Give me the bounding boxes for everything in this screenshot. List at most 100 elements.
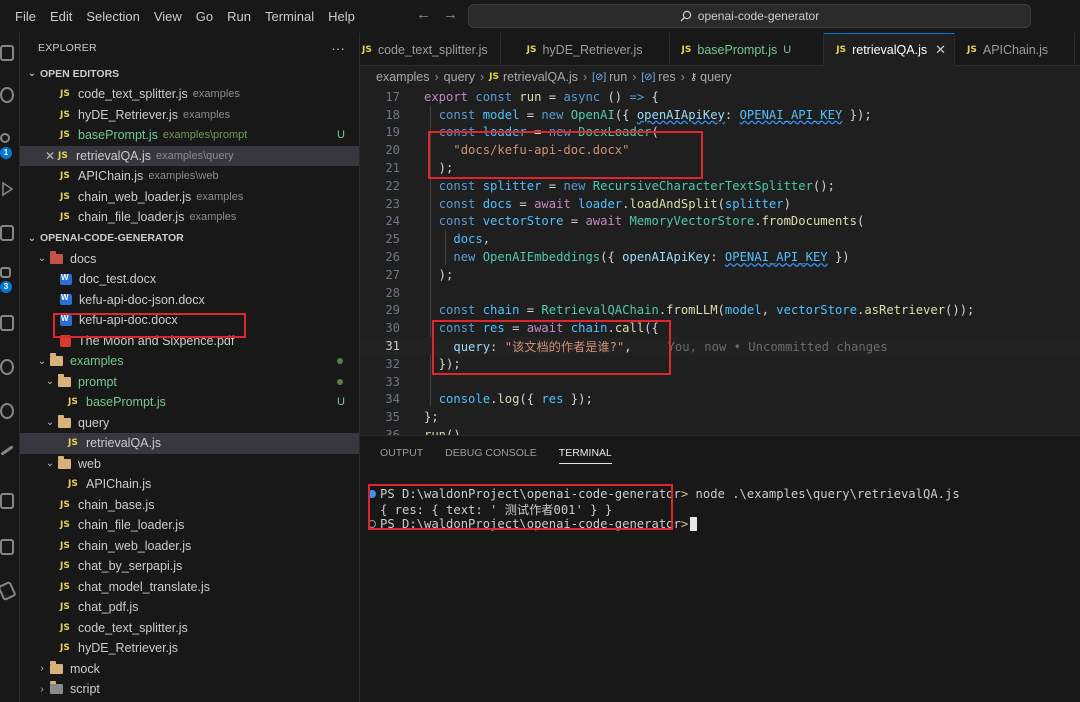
copilot-icon[interactable] [0, 403, 14, 419]
explorer-files-icon[interactable] [0, 45, 14, 61]
js-file-icon: JS [60, 561, 70, 572]
tree-file[interactable]: JS code_text_splitter.js [20, 618, 359, 639]
tab-debug-console[interactable]: DEBUG CONSOLE [445, 447, 537, 459]
notebook-icon[interactable] [0, 539, 14, 555]
extensions-icon[interactable] [0, 267, 11, 278]
chevron-right-icon: › [583, 70, 588, 84]
line-number: 24 [385, 214, 400, 229]
open-editor-item[interactable]: JS basePrompt.js examples\prompt U [20, 125, 359, 146]
breadcrumb-item[interactable]: examples [376, 70, 430, 84]
file-name: chat_model_translate.js [78, 579, 211, 594]
open-editor-item[interactable]: JS code_text_splitter.js examples [20, 84, 359, 105]
tree-file-selected[interactable]: JS retrievalQA.js [20, 433, 359, 454]
bookmark-icon[interactable] [0, 315, 14, 331]
tree-file[interactable]: The Moon and Sixpence.pdf [20, 331, 359, 352]
tab-terminal[interactable]: TERMINAL [558, 447, 612, 464]
tree-file[interactable]: JS chain_file_loader.js [20, 515, 359, 536]
remote-explorer-icon[interactable] [0, 225, 14, 241]
tab-code-text-splitter[interactable]: JS code_text_splitter.js [360, 33, 501, 66]
folder-prompt[interactable]: ⌄ prompt [20, 372, 359, 393]
file-name: doc_test.docx [79, 272, 157, 287]
folder-examples[interactable]: ⌄ examples [20, 351, 359, 372]
testing-icon[interactable] [0, 445, 14, 456]
back-arrow-icon[interactable]: ← [416, 6, 431, 23]
breadcrumb-item[interactable]: retrievalQA.js [503, 70, 578, 84]
folder-query[interactable]: ⌄ query [20, 413, 359, 434]
chevron-right-icon: › [479, 70, 485, 84]
file-name: basePrompt.js [86, 395, 166, 410]
database-icon[interactable] [0, 580, 17, 602]
menu-help[interactable]: Help [321, 0, 362, 33]
folder-mock[interactable]: › mock [20, 659, 359, 680]
tab-api-chain[interactable]: JS APIChain.js [955, 33, 1076, 66]
folder-name: script [70, 682, 100, 697]
command-success-icon [368, 489, 376, 498]
folder-web[interactable]: ⌄ web [20, 454, 359, 475]
bottom-panel: OUTPUT DEBUG CONSOLE TERMINAL PS D:\wald… [360, 435, 1080, 702]
tree-file[interactable]: JS chat_pdf.js [20, 597, 359, 618]
open-editor-item[interactable]: JS APIChain.js examples\web [20, 166, 359, 187]
open-editor-item[interactable]: JS chain_file_loader.js examples [20, 207, 359, 228]
tree-file[interactable]: JS chat_by_serpapi.js [20, 556, 359, 577]
tree-file[interactable]: doc_test.docx [20, 269, 359, 290]
tab-retrieval-qa[interactable]: JS retrievalQA.js ✕ [824, 33, 956, 66]
tree-file[interactable]: JS hyDE_Retriever.js [20, 638, 359, 659]
menu-run[interactable]: Run [220, 0, 258, 33]
file-path-hint: examples [183, 108, 231, 121]
open-editor-item[interactable]: JS chain_web_loader.js examples [20, 187, 359, 208]
tab-base-prompt[interactable]: JS basePrompt.js U [670, 33, 825, 66]
tree-file[interactable]: kefu-api-doc-json.docx [20, 290, 359, 311]
forward-arrow-icon[interactable]: → [443, 6, 458, 23]
menu-go[interactable]: Go [189, 0, 220, 33]
more-actions-icon[interactable]: ··· [331, 41, 345, 56]
tab-output[interactable]: OUTPUT [380, 447, 423, 459]
breadcrumb-item[interactable]: query [700, 70, 731, 84]
menu-terminal[interactable]: Terminal [258, 0, 321, 33]
breadcrumb-item[interactable]: query [444, 70, 475, 84]
tab-hyde-retriever[interactable]: JS hyDE_Retriever.js [501, 33, 670, 66]
menu-file[interactable]: File [8, 0, 43, 33]
search-icon[interactable] [0, 87, 14, 103]
timeline-icon[interactable] [0, 359, 14, 375]
folder-script[interactable]: › script [20, 679, 359, 700]
open-editors-section[interactable]: ⌄ OPEN EDITORS [20, 63, 359, 84]
close-icon[interactable]: ✕ [44, 149, 56, 163]
tree-file[interactable]: JS chain_web_loader.js [20, 536, 359, 557]
breadcrumb-item[interactable]: run [609, 70, 627, 84]
folder-docs[interactable]: ⌄ docs [20, 249, 359, 270]
file-name: code_text_splitter.js [78, 620, 188, 635]
code-editor[interactable]: 17 export const run = async () => { 18 co… [360, 88, 1080, 435]
line-number: 17 [385, 89, 400, 104]
run-debug-icon[interactable] [0, 181, 14, 197]
menu-edit[interactable]: Edit [43, 0, 79, 33]
source-control-icon[interactable] [0, 133, 10, 143]
tree-file[interactable]: JS APIChain.js [20, 474, 359, 495]
code-line: 27 ); [360, 266, 1080, 284]
close-icon[interactable]: ✕ [935, 42, 946, 58]
tree-file[interactable]: JS basePrompt.js U [20, 392, 359, 413]
file-name: kefu-api-doc-json.docx [79, 292, 205, 307]
project-section[interactable]: ⌄ OPENAI-CODE-GENERATOR [20, 228, 359, 249]
docker-icon[interactable] [0, 493, 14, 509]
tree-file[interactable]: JS chat_model_translate.js [20, 577, 359, 598]
chevron-right-icon: › [680, 70, 685, 84]
chevron-right-icon: › [40, 683, 44, 695]
menu-view[interactable]: View [147, 0, 189, 33]
menu-selection[interactable]: Selection [79, 0, 146, 33]
command-center-search[interactable]: openai-code-generator [468, 4, 1031, 28]
tree-file[interactable]: JS chain_base.js [20, 495, 359, 516]
open-editor-item-active[interactable]: ✕ JS retrievalQA.js examples\query [20, 145, 359, 166]
tree-file[interactable]: kefu-api-doc.docx [20, 310, 359, 331]
code-line: 35}; [360, 408, 1080, 426]
title-bar: File Edit Selection View Go Run Terminal… [0, 0, 1080, 33]
tab-overflow[interactable]: JSc [1075, 33, 1080, 66]
terminal-result: { res: { text: ' 测试作者001' } } [380, 502, 613, 517]
file-name: code_text_splitter.js [78, 87, 188, 102]
code-line: 34 console.log({ res }); [360, 391, 1080, 409]
folder-icon [58, 455, 71, 469]
breadcrumb-item[interactable]: res [658, 70, 675, 84]
open-editor-item[interactable]: JS hyDE_Retriever.js examples [20, 105, 359, 126]
terminal-output[interactable]: PS D:\waldonProject\openai-code-generato… [368, 486, 960, 531]
line-number: 18 [385, 107, 400, 122]
explorer-header: EXPLORER ··· [20, 33, 359, 63]
